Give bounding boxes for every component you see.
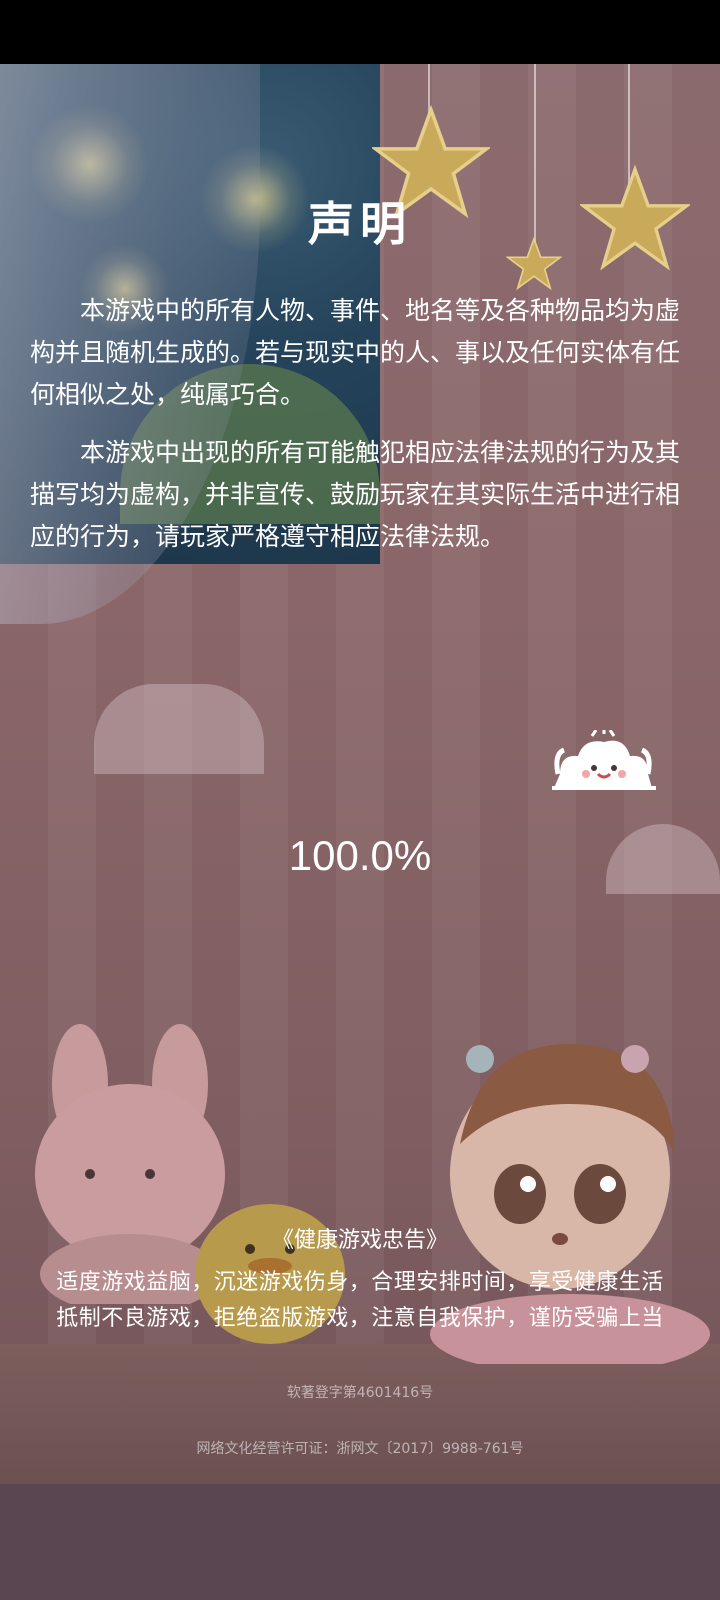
notice-paragraph-1: 本游戏中的所有人物、事件、地名等及各种物品均为虚构并且随机生成的。若与现实中的人… bbox=[30, 296, 681, 409]
software-copyright-number: 软著登字第4601416号 bbox=[286, 1385, 434, 1401]
cloud-mascot-icon bbox=[552, 730, 656, 790]
loading-progress-text: 100.0% bbox=[288, 832, 432, 879]
notice-paragraph-2: 本游戏中出现的所有可能触犯相应法律法规的行为及其描写均为虚构，并非宣传、鼓励玩家… bbox=[30, 438, 681, 551]
status-bar bbox=[0, 0, 720, 64]
notice-title: 声明 bbox=[308, 197, 412, 251]
culture-license-number: 网络文化经营许可证：浙网文〔2017〕9988-761号 bbox=[196, 1441, 524, 1457]
health-advice-title: 《健康游戏忠告》 bbox=[271, 1228, 448, 1253]
wall-cloud bbox=[94, 684, 264, 774]
health-advice-line-1: 适度游戏益脑，沉迷游戏伤身，合理安排时间，享受健康生活 bbox=[56, 1270, 664, 1295]
health-advice-line-2: 抵制不良游戏，拒绝盗版游戏，注意自我保护，谨防受骗上当 bbox=[56, 1306, 664, 1331]
bottom-band bbox=[0, 1484, 720, 1600]
floor bbox=[0, 1344, 720, 1484]
